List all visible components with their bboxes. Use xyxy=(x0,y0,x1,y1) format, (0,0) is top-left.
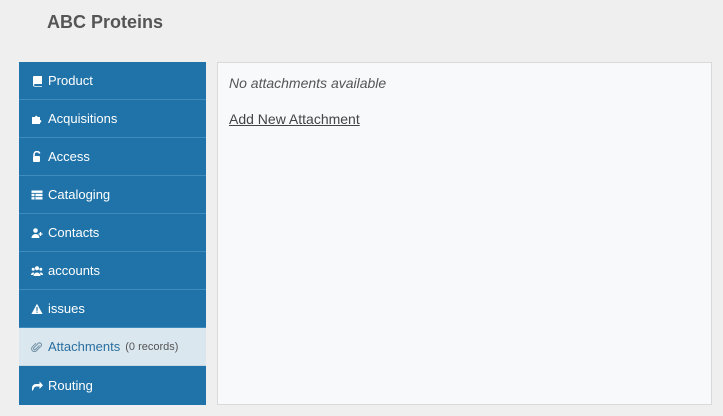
sidebar-item-label: Routing xyxy=(48,378,93,393)
page-title: ABC Proteins xyxy=(47,12,164,32)
sidebar-item-attachments[interactable]: Attachments (0 records) xyxy=(19,328,206,366)
book-icon xyxy=(30,74,44,88)
sidebar-item-label: Product xyxy=(48,73,93,88)
sidebar-item-acquisitions[interactable]: Acquisitions xyxy=(19,100,206,138)
unlock-icon xyxy=(30,150,44,164)
users-icon xyxy=(30,264,44,278)
sidebar-item-cataloging[interactable]: Cataloging xyxy=(19,176,206,214)
sidebar-nav: Product Acquisitions Access Cataloging C… xyxy=(19,62,206,405)
add-new-attachment-link[interactable]: Add New Attachment xyxy=(229,111,360,127)
table-icon xyxy=(30,188,44,202)
warning-icon xyxy=(30,302,44,316)
puzzle-icon xyxy=(30,112,44,126)
sidebar-item-contacts[interactable]: Contacts xyxy=(19,214,206,252)
attachments-panel: No attachments available Add New Attachm… xyxy=(217,62,712,405)
sidebar-item-accounts[interactable]: accounts xyxy=(19,252,206,290)
sidebar-item-label: Attachments xyxy=(48,339,121,354)
sidebar-item-routing[interactable]: Routing xyxy=(19,366,206,405)
sidebar-item-label: accounts xyxy=(48,263,101,278)
share-icon xyxy=(30,379,44,393)
record-count-badge: (0 records) xyxy=(125,340,179,353)
sidebar-item-label: Access xyxy=(48,149,90,164)
sidebar-item-product[interactable]: Product xyxy=(19,62,206,100)
sidebar-item-label: Acquisitions xyxy=(48,111,118,126)
sidebar-item-label: issues xyxy=(48,301,85,316)
sidebar-item-label: Cataloging xyxy=(48,187,111,202)
user-plus-icon xyxy=(30,226,44,240)
sidebar-item-label: Contacts xyxy=(48,225,100,240)
sidebar-item-access[interactable]: Access xyxy=(19,138,206,176)
sidebar-item-issues[interactable]: issues xyxy=(19,290,206,328)
empty-state-message: No attachments available xyxy=(229,75,387,91)
paperclip-icon xyxy=(30,340,44,354)
